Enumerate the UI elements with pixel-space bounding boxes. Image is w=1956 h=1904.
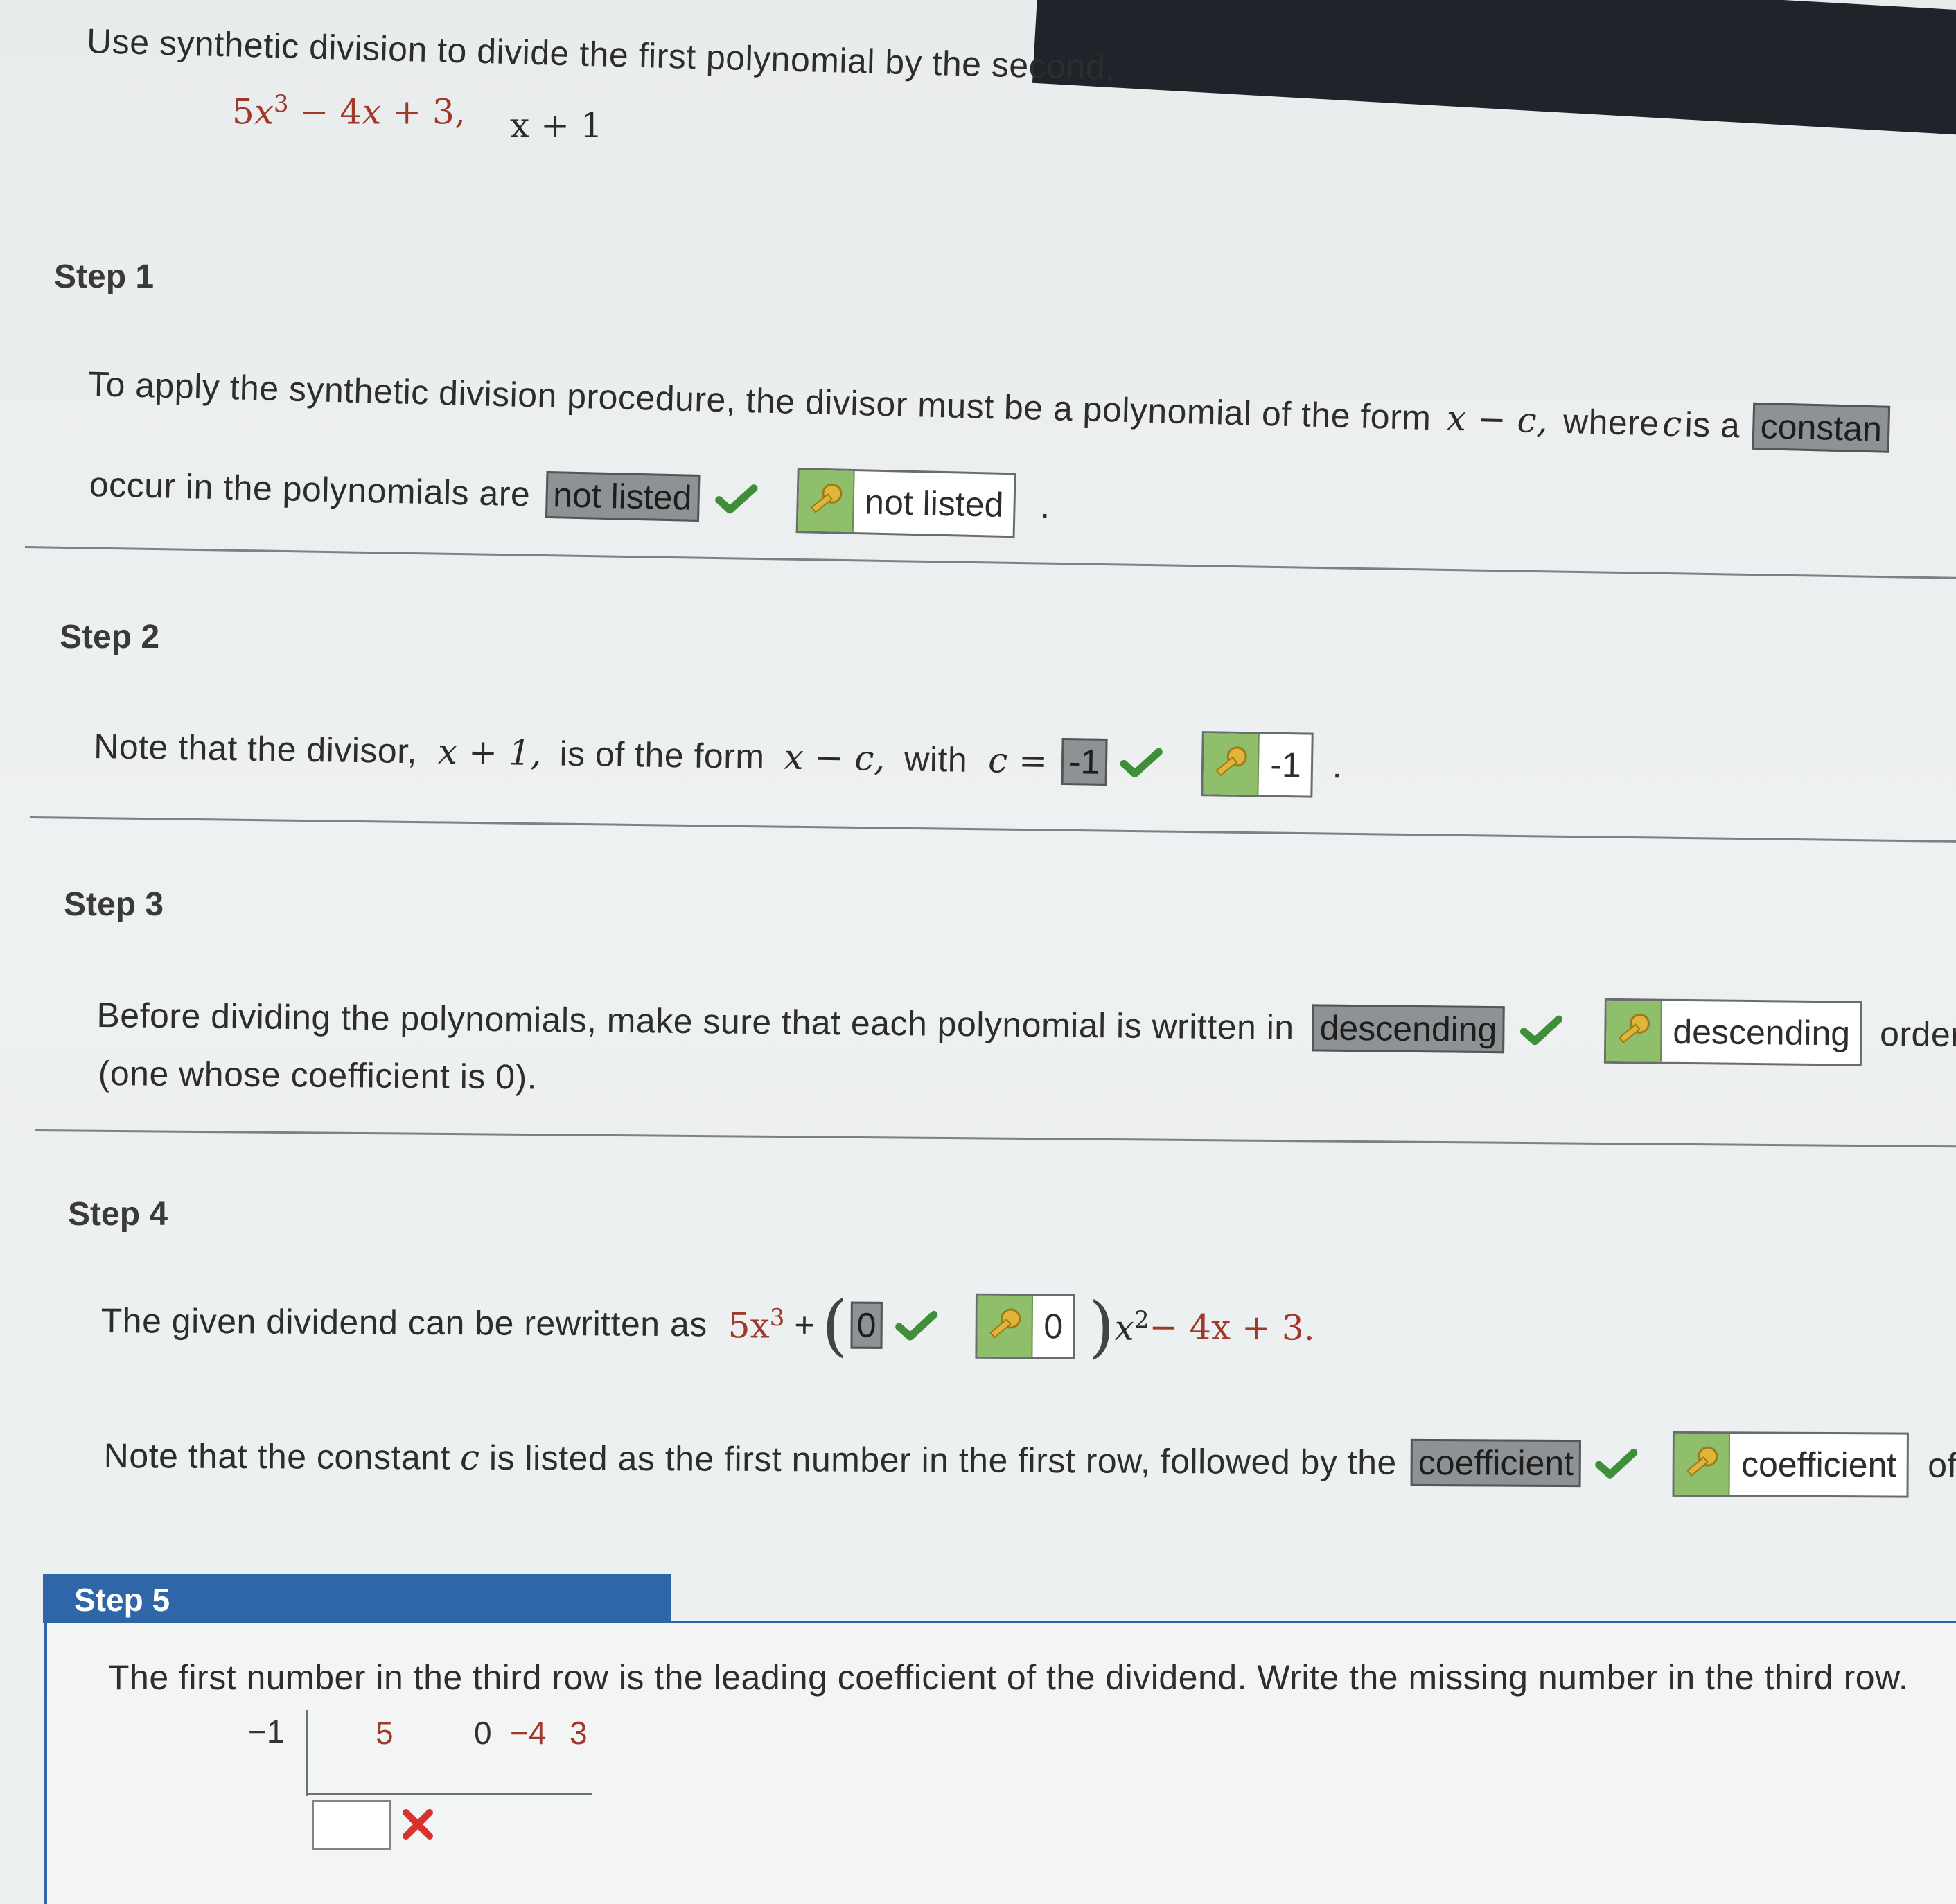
step4-key-answer2[interactable]: coefficient <box>1672 1431 1909 1498</box>
dividend-exp: 3 <box>274 90 289 118</box>
step2-key-value: -1 <box>1269 745 1302 785</box>
step4-text: The given dividend can be rewritten as <box>100 1301 707 1344</box>
step4-expr-a-exp: 3 <box>769 1303 785 1332</box>
step2-line: Note that the divisor, x + 1, is of the … <box>94 714 1343 798</box>
step4-tail2: of <box>1928 1445 1956 1486</box>
key-icon <box>1203 733 1260 795</box>
step4-key-value2: coefficient <box>1741 1445 1897 1485</box>
dividend-tail: + 3, <box>381 91 466 132</box>
step4-key-value: 0 <box>1043 1307 1064 1346</box>
dividend-var: x <box>254 91 274 132</box>
step3-key-value: descending <box>1673 1012 1851 1053</box>
step3-tail: order. <box>1879 1014 1956 1055</box>
step1-text: To apply the synthetic division procedur… <box>87 364 1432 438</box>
check-icon <box>714 484 758 514</box>
step5-header: Step 5 <box>43 1574 671 1623</box>
step2-form: x − c, <box>784 737 886 779</box>
step2-divisor: x + 1, <box>437 731 543 774</box>
step4-expr-c: − 4x + 3. <box>1149 1307 1315 1348</box>
check-icon <box>1595 1449 1638 1479</box>
step1-constant-answer[interactable]: constan <box>1752 402 1890 453</box>
step4-expr-b: x2 <box>1114 1306 1149 1348</box>
step1-line1: To apply the synthetic division procedur… <box>87 360 1890 453</box>
step4-expr-b-exp: 2 <box>1134 1305 1149 1334</box>
row1-cell: 3 <box>570 1715 588 1751</box>
step4-plus: + <box>794 1305 816 1345</box>
row1-cell: −4 <box>510 1715 547 1751</box>
step2-answer[interactable]: -1 <box>1061 737 1108 786</box>
step5-instruction: The first number in the third row is the… <box>108 1658 1909 1697</box>
step4-answer[interactable]: 0 <box>850 1301 883 1349</box>
dividend-polynomial: 5x3 − 4x + 3, <box>232 90 466 132</box>
divisor-polynomial: x + 1 <box>510 105 603 146</box>
left-paren: ( <box>821 1286 848 1364</box>
row1-cell: 0 <box>474 1715 492 1751</box>
check-icon <box>1120 748 1163 778</box>
step4-line1: The given dividend can be rewritten as 5… <box>100 1286 1315 1366</box>
step4-line2: Note that the constant c is listed as th… <box>104 1423 1956 1498</box>
key-icon <box>977 1295 1033 1357</box>
row1-cell: 5 <box>376 1715 394 1751</box>
key-icon <box>798 470 855 533</box>
step3-line2: (one whose coefficient is 0). <box>98 1054 538 1097</box>
step3-key-answer[interactable]: descending <box>1603 998 1862 1066</box>
problem-instruction: Use synthetic division to divide the fir… <box>86 21 1116 87</box>
step4-line2-b: is listed as the first number in the fir… <box>488 1438 1397 1482</box>
key-icon <box>1674 1433 1731 1495</box>
right-paren: ) <box>1088 1287 1115 1366</box>
step1-where: where <box>1562 401 1660 443</box>
x-mark-icon <box>403 1809 433 1840</box>
check-icon <box>1519 1015 1563 1046</box>
divider-3 <box>34 1129 1956 1148</box>
check-icon <box>895 1310 937 1341</box>
step4-key-answer[interactable]: 0 <box>975 1293 1075 1359</box>
step2-text-a: Note that the divisor, <box>93 726 418 771</box>
step1-form: x − c, <box>1446 398 1549 441</box>
step2-c-eq: c = <box>987 740 1048 782</box>
step4-expr-b-text: x <box>1114 1307 1135 1348</box>
division-bar-vertical <box>306 1710 308 1796</box>
step1-line2-text: occur in the polynomials are <box>89 464 531 514</box>
step1-line2: occur in the polynomials are not listed … <box>89 452 1051 538</box>
step2-end: . <box>1332 746 1343 786</box>
screen-bezel <box>1032 0 1956 141</box>
step2-text-b: is of the form <box>559 734 765 777</box>
step1-label: Step 1 <box>54 258 155 295</box>
step1-key-answer[interactable]: not listed <box>795 468 1016 538</box>
step1-answer[interactable]: not listed <box>545 470 701 522</box>
step2-key-answer[interactable]: -1 <box>1201 731 1314 798</box>
key-icon <box>1605 1000 1662 1062</box>
step5-label: Step 5 <box>74 1582 170 1618</box>
dividend-var-x: x <box>362 91 382 132</box>
step4-line2-text: Note that the constant <box>103 1436 451 1477</box>
step2-text-c: with <box>904 739 968 779</box>
step3-text: Before dividing the polynomials, make su… <box>96 995 1294 1048</box>
step1-end: . <box>1039 486 1051 526</box>
divider-2 <box>30 816 1956 843</box>
division-bar-horizontal <box>306 1793 592 1795</box>
step1-key-value: not listed <box>864 482 1005 525</box>
step4-c-var: c <box>459 1437 480 1478</box>
step4-expr-a-text: 5x <box>728 1305 770 1346</box>
step4-expr-a: 5x3 <box>728 1303 785 1346</box>
step1-is-a: is a <box>1684 405 1741 446</box>
third-row-answer-input[interactable] <box>312 1800 391 1850</box>
dividend-rest: − 4 <box>288 91 362 132</box>
divider-1 <box>24 546 1956 580</box>
step2-label: Step 2 <box>60 619 160 655</box>
synthetic-divisor: −1 <box>248 1713 285 1749</box>
step3-answer[interactable]: descending <box>1312 1004 1505 1054</box>
worksheet-page: Use synthetic division to divide the fir… <box>0 0 1956 1904</box>
dividend-coef: 5 <box>232 91 254 132</box>
step3-label: Step 3 <box>64 886 164 923</box>
step4-label: Step 4 <box>68 1196 168 1233</box>
step3-line1: Before dividing the polynomials, make su… <box>96 982 1956 1067</box>
step1-c-var: c <box>1662 403 1682 445</box>
step4-answer2[interactable]: coefficient <box>1410 1438 1582 1488</box>
